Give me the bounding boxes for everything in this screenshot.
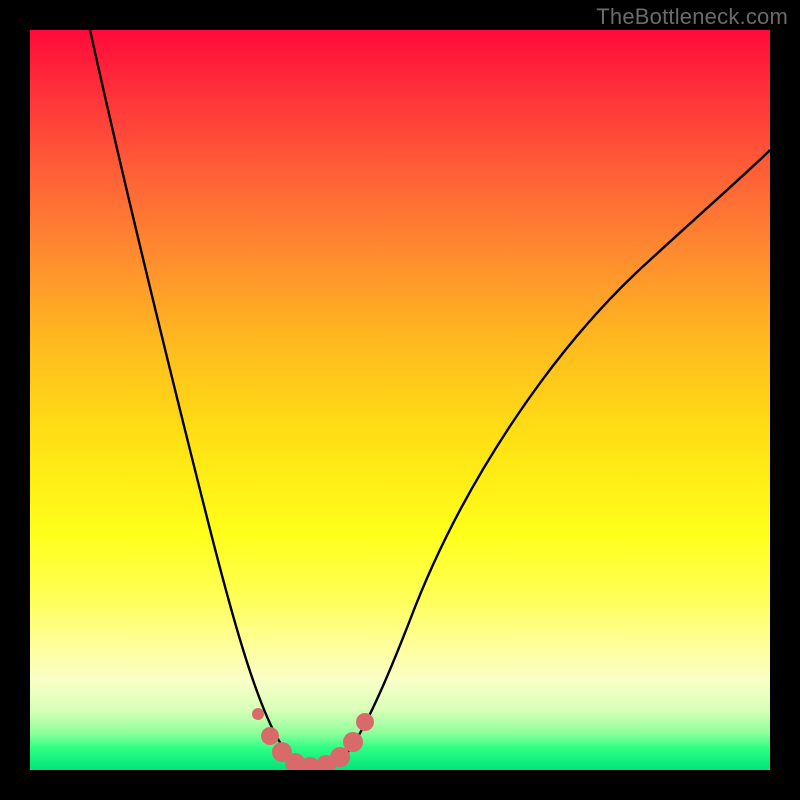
curve-svg xyxy=(30,30,770,770)
chart-frame: TheBottleneck.com xyxy=(0,0,800,800)
marker-dot xyxy=(343,732,363,752)
watermark-text: TheBottleneck.com xyxy=(596,4,788,30)
plot-area xyxy=(30,30,770,770)
marker-dot xyxy=(356,713,374,731)
optimal-zone-markers xyxy=(252,708,374,770)
bottleneck-curve xyxy=(90,30,770,768)
marker-dot xyxy=(261,727,279,745)
marker-dot xyxy=(252,708,264,720)
